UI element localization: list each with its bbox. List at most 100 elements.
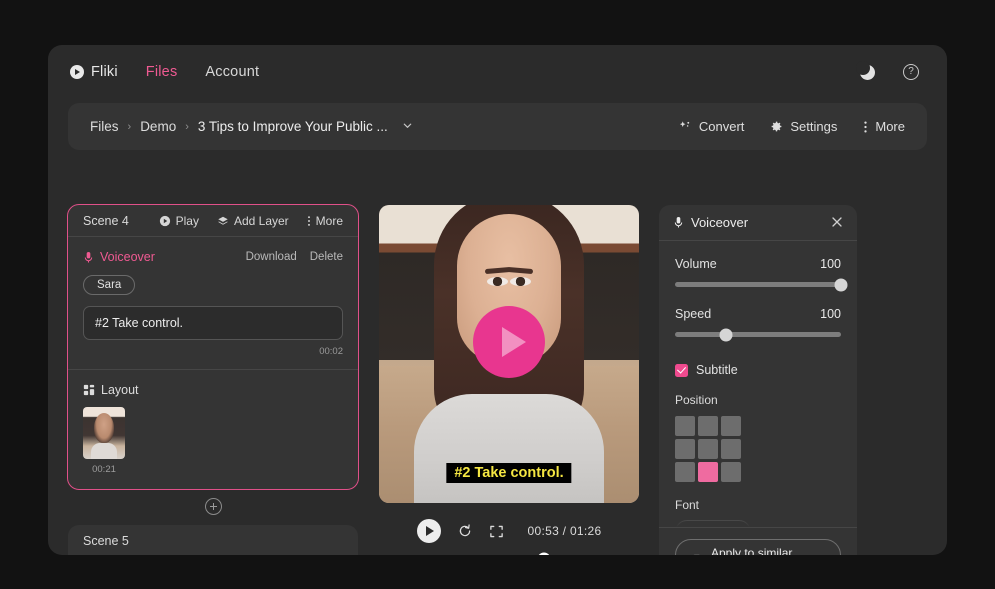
- plus-circle-icon[interactable]: [204, 498, 222, 515]
- delete-button[interactable]: Delete: [310, 251, 343, 263]
- voiceover-panel-title: Voiceover: [673, 215, 748, 230]
- breadcrumb-item-files[interactable]: Files: [90, 119, 119, 134]
- scene-header: Scene 5: [68, 525, 358, 555]
- speed-slider-handle[interactable]: [719, 328, 733, 341]
- scene-play-button[interactable]: Play: [159, 214, 199, 228]
- subtitle-overlay: #2 Take control.: [446, 463, 572, 483]
- play-button[interactable]: [416, 519, 441, 543]
- copy-icon: [692, 554, 704, 555]
- voiceover-panel-header: Voiceover: [659, 205, 857, 241]
- scene-card-next[interactable]: Scene 5 Voiceover: [68, 525, 358, 555]
- brand-name: Fliki: [91, 64, 118, 80]
- layers-icon: [217, 215, 229, 227]
- layout-label: Layout: [101, 383, 139, 397]
- video-subject-eye-right: [509, 276, 531, 286]
- breadcrumb-item-demo[interactable]: Demo: [140, 119, 176, 134]
- play-circle-icon: [70, 65, 84, 79]
- brand-logo[interactable]: Fliki: [70, 64, 118, 80]
- more-label: More: [875, 119, 905, 134]
- sparkles-icon: [679, 120, 692, 133]
- speed-row: Speed 100: [675, 307, 841, 321]
- layout-clip-thumbnail[interactable]: [83, 407, 125, 459]
- position-cell-top-right[interactable]: [721, 416, 741, 436]
- subtitle-toggle[interactable]: Subtitle: [675, 363, 841, 377]
- top-navigation: Fliki Files Account ?: [48, 45, 947, 99]
- layout-grid-icon: [83, 384, 95, 396]
- question-circle-icon: ?: [903, 64, 919, 80]
- speed-value: 100: [820, 307, 841, 321]
- video-subject-shirt: [414, 393, 604, 503]
- breadcrumb-bar: Files › Demo › 3 Tips to Improve Your Pu…: [68, 103, 927, 150]
- scene-play-label: Play: [175, 213, 199, 228]
- voiceover-layer[interactable]: Voiceover Download Delete Sara #2 Take c…: [68, 237, 358, 369]
- scene-header: Scene 4 Play Add Layer More: [68, 205, 358, 237]
- voiceover-panel-footer: Apply to similar layers: [659, 527, 857, 555]
- voiceover-panel-title-label: Voiceover: [691, 215, 749, 230]
- layout-clip-duration: 00:21: [92, 464, 116, 475]
- position-cell-bottom-right[interactable]: [721, 462, 741, 482]
- help-button[interactable]: ?: [901, 62, 921, 82]
- voiceover-layer-actions: Download Delete: [246, 251, 343, 263]
- app-window: Fliki Files Account ? Files › Demo › 3 T…: [48, 45, 947, 555]
- fullscreen-button[interactable]: [489, 524, 504, 539]
- theme-toggle-button[interactable]: [855, 60, 877, 82]
- download-button[interactable]: Download: [246, 251, 297, 263]
- microphone-icon: [83, 251, 94, 264]
- video-player: #2 Take control. 00:53 / 01:26: [379, 205, 639, 555]
- scene-more-label: More: [315, 213, 343, 228]
- position-cell-bottom-left[interactable]: [675, 462, 695, 482]
- scene-card-selected[interactable]: Scene 4 Play Add Layer More Voiceover Do…: [67, 204, 359, 490]
- nav-link-account[interactable]: Account: [205, 64, 259, 80]
- scene-title: Scene 4: [83, 213, 129, 228]
- position-cell-bottom-center[interactable]: [698, 462, 718, 482]
- player-controls: 00:53 / 01:26: [379, 519, 639, 543]
- breadcrumb-separator: ›: [127, 120, 132, 133]
- position-cell-top-center[interactable]: [698, 416, 718, 436]
- volume-value: 100: [820, 257, 841, 271]
- font-select[interactable]: [675, 520, 751, 527]
- subtitle-label: Subtitle: [696, 363, 738, 377]
- position-cell-middle-right[interactable]: [721, 439, 741, 459]
- add-scene-row[interactable]: [68, 489, 358, 525]
- settings-button[interactable]: Settings: [770, 119, 837, 134]
- apply-to-similar-layers-button[interactable]: Apply to similar layers: [675, 539, 841, 555]
- scene-header-actions: Play Add Layer More: [159, 214, 343, 228]
- volume-slider[interactable]: [675, 278, 848, 291]
- chevron-down-icon[interactable]: [402, 120, 413, 134]
- subtitle-checkbox[interactable]: [675, 363, 688, 377]
- position-cell-middle-center[interactable]: [698, 439, 718, 459]
- add-layer-button[interactable]: Add Layer: [217, 214, 289, 228]
- close-icon[interactable]: [831, 216, 843, 230]
- overlay-play-button[interactable]: [473, 306, 545, 379]
- video-preview[interactable]: #2 Take control.: [379, 205, 639, 503]
- video-subject-eye-left: [487, 276, 509, 286]
- volume-slider-handle[interactable]: [834, 278, 848, 291]
- workspace: Scene 4 Play Add Layer More Voiceover Do…: [48, 157, 947, 555]
- scene-title: Scene 5: [83, 533, 129, 548]
- position-cell-middle-left[interactable]: [675, 439, 695, 459]
- position-cell-top-left[interactable]: [675, 416, 695, 436]
- voiceover-duration: 00:02: [319, 346, 343, 357]
- convert-button[interactable]: Convert: [679, 119, 745, 134]
- voice-name-chip[interactable]: Sara: [83, 275, 136, 295]
- more-button[interactable]: More: [863, 119, 905, 134]
- voiceover-layer-header: Voiceover Download Delete: [83, 250, 343, 264]
- replay-button[interactable]: [457, 523, 473, 539]
- breadcrumb-separator: ›: [185, 120, 189, 133]
- settings-label: Settings: [790, 119, 838, 134]
- layout-layer[interactable]: Layout 00:21: [68, 370, 358, 489]
- play-circle-icon: [159, 215, 171, 227]
- voiceover-text-input[interactable]: #2 Take control.: [83, 306, 343, 340]
- voiceover-settings-panel: Voiceover Volume 100 Speed 100 Subtitle …: [659, 205, 857, 555]
- nav-link-files[interactable]: Files: [146, 64, 178, 80]
- speed-slider[interactable]: [675, 328, 841, 341]
- timeline-handle[interactable]: [537, 552, 551, 555]
- layout-layer-title: Layout: [83, 383, 343, 397]
- convert-label: Convert: [698, 119, 745, 134]
- breadcrumb-item-current[interactable]: 3 Tips to Improve Your Public ...: [198, 119, 388, 134]
- position-grid[interactable]: [675, 416, 841, 482]
- speed-label: Speed: [675, 307, 712, 321]
- scene-list[interactable]: Scene 4 Play Add Layer More Voiceover Do…: [67, 204, 359, 555]
- scene-more-button[interactable]: More: [307, 214, 343, 228]
